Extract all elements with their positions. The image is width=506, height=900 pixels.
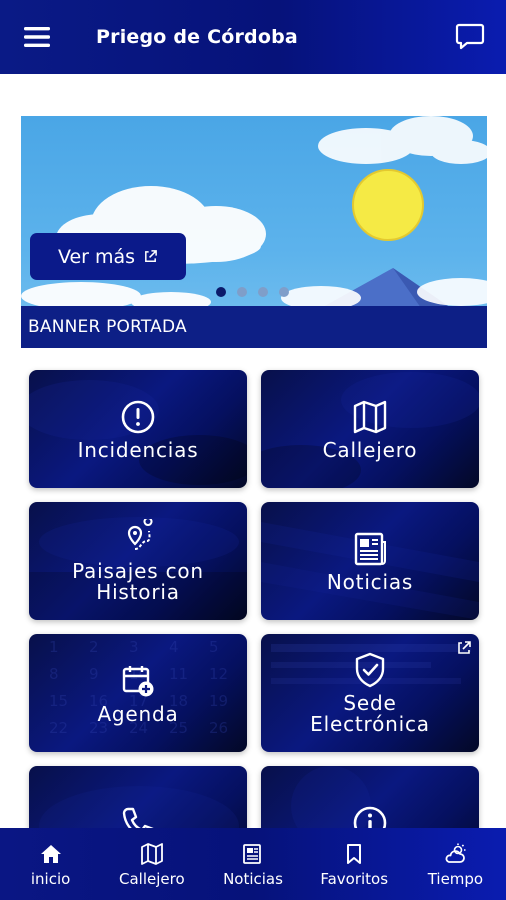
banner-carousel[interactable]: Ver más BANNER PORTADA — [21, 116, 487, 348]
route-pin-icon — [127, 519, 153, 550]
tile-label: Sede Electrónica — [310, 691, 430, 736]
map-icon — [353, 400, 387, 433]
app-title: Priego de Córdoba — [96, 26, 298, 48]
nav-item-noticias[interactable]: Noticias — [202, 828, 303, 900]
tile-label: Callejero — [322, 437, 418, 462]
tile-label: Agenda — [97, 701, 179, 726]
nav-item-label: Noticias — [223, 870, 283, 888]
newspaper-icon — [243, 844, 261, 864]
external-link-icon — [145, 250, 157, 262]
nav-item-label: Callejero — [118, 870, 185, 888]
shield-check-icon — [355, 652, 385, 688]
tile-incidencias[interactable]: Incidencias — [29, 370, 247, 488]
carousel-dot[interactable] — [258, 287, 268, 297]
alert-circle-icon — [121, 400, 155, 433]
nav-item-label: Tiempo — [427, 870, 484, 888]
nav-item-label: inicio — [30, 870, 71, 888]
chat-icon[interactable] — [455, 23, 485, 51]
nav-item-favoritos[interactable]: Favoritos — [304, 828, 405, 900]
nav-item-label: Favoritos — [320, 870, 389, 888]
tile-label: Paisajes con Historia — [72, 559, 204, 604]
tile-sede-electronica[interactable]: Sede Electrónica — [261, 634, 479, 752]
bottom-navigation: inicio Callejero Noticias Favoritos Tiem… — [0, 828, 506, 900]
bookmark-icon — [347, 844, 362, 864]
tile-noticias[interactable]: Noticias — [261, 502, 479, 620]
ver-mas-button[interactable]: Ver más — [30, 233, 186, 280]
carousel-dot[interactable] — [237, 287, 247, 297]
tile-callejero[interactable]: Callejero — [261, 370, 479, 488]
app-bar: Priego de Córdoba — [0, 0, 506, 74]
tile-label: Noticias — [326, 569, 414, 594]
calendar-add-icon — [122, 665, 154, 696]
nav-item-inicio[interactable]: inicio — [0, 828, 101, 900]
menu-icon[interactable] — [24, 27, 50, 47]
nav-item-callejero[interactable]: Callejero — [101, 828, 202, 900]
tile-paisajes-con-historia[interactable]: Paisajes con Historia — [29, 502, 247, 620]
map-icon — [140, 843, 163, 865]
carousel-dot[interactable] — [279, 287, 289, 297]
carousel-dot[interactable] — [216, 287, 226, 297]
newspaper-icon — [354, 532, 386, 565]
tile-label: Incidencias — [77, 437, 199, 462]
banner-caption: BANNER PORTADA — [21, 306, 487, 348]
weather-icon — [445, 843, 466, 863]
ver-mas-label: Ver más — [57, 245, 136, 268]
nav-item-tiempo[interactable]: Tiempo — [405, 828, 506, 900]
carousel-indicators — [216, 287, 289, 297]
home-icon — [40, 845, 61, 863]
tile-agenda[interactable]: 12345 8 9 10 11 12 15 16 17 18 19 22 23 24 25 26 Age… — [29, 634, 247, 752]
